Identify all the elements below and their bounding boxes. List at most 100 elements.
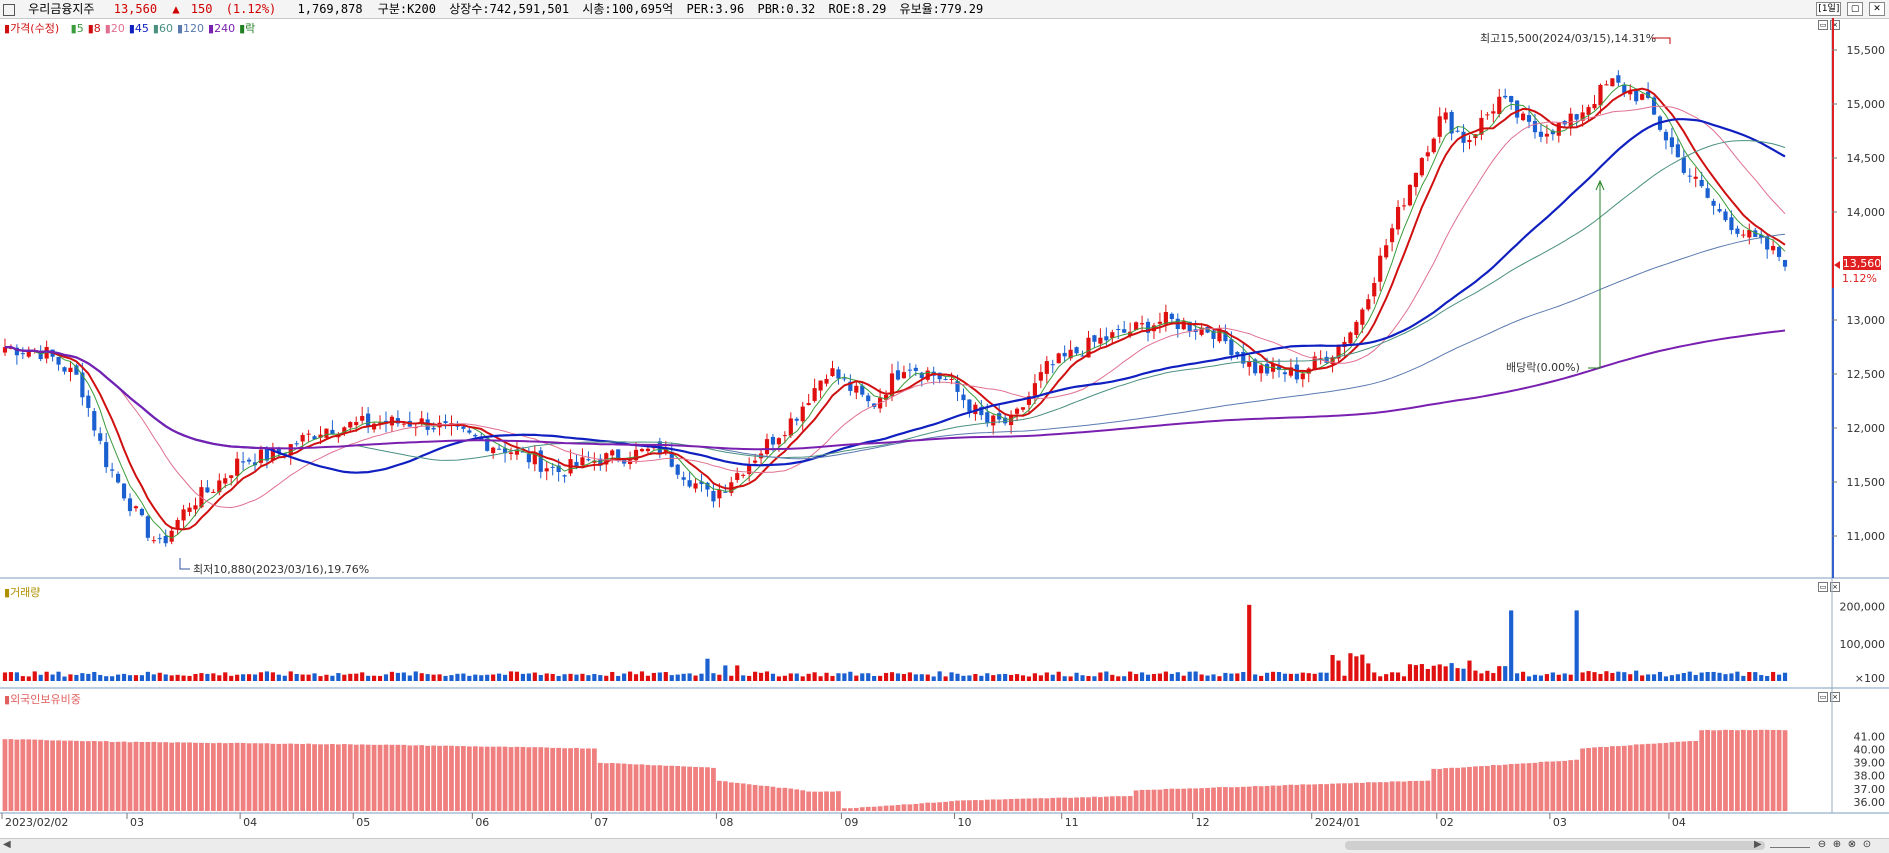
foreign-bar [1002,799,1008,811]
candle-body [1038,372,1043,381]
candle-body [1771,245,1776,251]
volume-bar [866,673,871,681]
zoom-in-icon[interactable]: ⊕ [1830,838,1844,851]
volume-bar [264,671,270,681]
volume-bar [1318,672,1323,681]
market-class: 구분:K200 [377,2,436,16]
volume-bar [818,676,823,681]
volume-bar [50,674,55,681]
stock-chart[interactable]: 15,500 15,000 14,500 14,000 13,000 12,500 12,0… [0,18,1889,838]
volume-bar [151,674,156,681]
zoom-reset-icon[interactable]: ⊗ [1845,838,1859,851]
candle-body [235,458,240,476]
candle-body [1634,89,1639,102]
volume-bar [1253,674,1258,681]
zoom-slider[interactable] [1770,841,1810,848]
foreign-bar [1240,786,1246,811]
volume-bar [1431,665,1436,681]
foreign-bar [1544,761,1550,811]
volume-bar [116,674,121,681]
candle-body [1467,139,1472,143]
foreign-bar [1687,741,1693,811]
volume-bar [1145,674,1151,681]
panel-checkbox[interactable] [3,0,15,18]
close-icon[interactable]: ✕ [1869,2,1885,16]
candle-body [1056,353,1061,364]
volume-bar [1634,670,1639,681]
foreign-bar [603,763,609,811]
volume-bar [395,672,400,681]
foreign-bar [121,741,127,811]
foreign-bar [1532,762,1538,811]
foreign-bar [1520,763,1526,811]
foreign-bar [1562,760,1568,811]
volume-bar [1288,673,1293,681]
volume-bar [1080,675,1085,681]
foreign-bar [990,799,996,811]
foreign-bar [794,789,800,811]
foreign-bar [1389,781,1395,811]
scroll-left-icon[interactable]: ◀ [3,839,11,850]
foreign-bar [490,746,496,811]
foreign-bar [466,746,472,811]
foreign-bar [728,782,734,811]
candle-body [246,459,252,462]
foreign-bar [1217,787,1222,811]
foreign-bar [1681,741,1687,811]
foreign-tick-label: 41.00 [1854,731,1886,744]
foreign-bar [359,744,365,811]
candle-body [901,372,907,379]
volume-bar [979,675,984,681]
foreign-bar [574,747,579,811]
foreign-bar [20,739,26,811]
foreign-bar [234,742,240,811]
period-button[interactable]: [1일] [1816,2,1842,16]
volume-bar [1270,671,1276,681]
foreign-bar [1484,765,1490,811]
foreign-bar [1121,796,1127,811]
foreign-bar [693,766,698,811]
foreign-bar [734,782,740,811]
candle-body [1366,299,1371,310]
foreign-bar [1639,744,1645,811]
volume-bar [699,673,704,681]
foreign-bar [449,745,454,811]
x-tick-label: 2024/01 [1315,816,1361,829]
y-tick-label: 12,000 [1847,422,1886,435]
foreign-bar [270,743,276,811]
current-pct-label: 1.12% [1842,272,1877,285]
foreign-bar [1377,782,1383,811]
foreign-bar [1342,783,1347,811]
zoom-out-icon[interactable]: ⊖ [1815,838,1829,851]
candle-body [1074,347,1079,354]
foreign-bar [1502,764,1508,811]
restore-icon[interactable]: ▢ [1847,2,1864,16]
candle-body [1264,363,1270,374]
candle-body [1669,137,1674,148]
volume-bar [1705,672,1710,681]
volume-bar [1068,676,1073,681]
volume-bar [764,671,770,681]
candle-body [639,449,645,452]
foreign-bar [26,739,32,811]
stock-name[interactable]: 우리금융지주 [28,0,94,18]
volume-bar [157,672,162,681]
candle-body [1592,103,1597,109]
scroll-right-icon[interactable]: ▶ [1754,839,1762,850]
candle-body [842,378,847,380]
foreign-bar [1455,767,1460,811]
foreign-bar [1764,729,1770,811]
zoom-fit-icon[interactable]: ⊙ [1860,838,1874,851]
foreign-bar [1288,784,1294,811]
foreign-bar [1133,790,1139,811]
volume-bar [139,675,144,681]
volume-bar [1306,673,1311,681]
foreign-bar [556,747,562,811]
volume-bar [306,674,311,681]
scrollbar-thumb[interactable] [1345,841,1765,850]
candle-body [157,538,162,540]
foreign-bar [1234,787,1240,811]
foreign-bar [246,743,252,811]
volume-bar [1407,664,1413,681]
candle-body [1390,228,1395,243]
